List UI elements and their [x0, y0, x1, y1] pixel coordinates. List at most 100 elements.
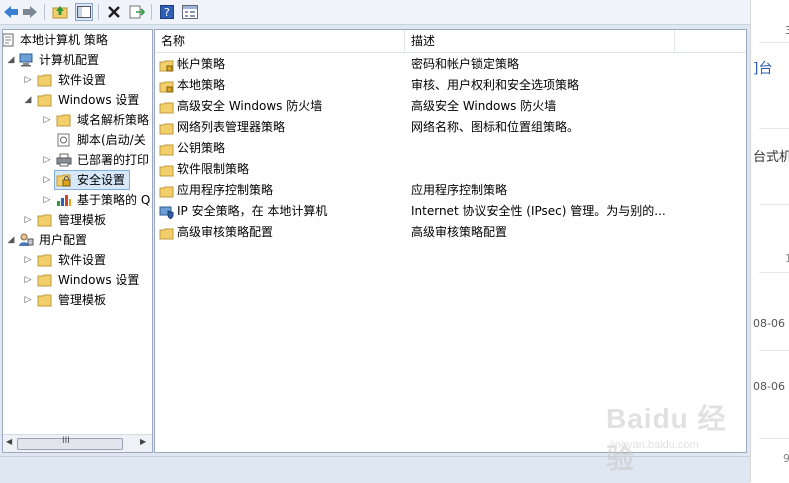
expanded-arrow-icon[interactable]: ◢ [23, 90, 33, 110]
row-name: 应用程序控制策略 [177, 183, 274, 197]
collapsed-arrow-icon[interactable]: ▷ [42, 170, 52, 190]
tree-horizontal-scrollbar[interactable]: ◀ III ▶ [3, 434, 152, 452]
row-description: 应用程序控制策略 [411, 183, 508, 197]
folder-icon [56, 113, 72, 127]
bg-fragment: 08-06 1 [753, 380, 789, 393]
collapsed-arrow-icon[interactable]: ▷ [23, 270, 33, 290]
tree-label: 管理模板 [58, 293, 107, 307]
details-list[interactable]: 名称 描述 帐户策略 密码和帐户锁定策略 本地策略 审核、用户权利和安全选项策略… [154, 29, 747, 453]
tree-label: 软件设置 [58, 253, 107, 267]
list-row[interactable]: IP 安全策略，在 本地计算机 Internet 协议安全性 (IPsec) 管… [155, 201, 746, 222]
tree-item-user-config[interactable]: ◢ 用户配置 [3, 230, 152, 250]
tree-item-deployed-printers[interactable]: ▷ 已部署的打印 [3, 150, 152, 170]
folder-icon [37, 73, 53, 87]
row-description: 高级审核策略配置 [411, 225, 508, 239]
folder-icon [159, 184, 174, 198]
row-description: 高级安全 Windows 防火墙 [411, 99, 557, 113]
properties-icon[interactable] [181, 3, 199, 21]
list-row[interactable]: 高级安全 Windows 防火墙 高级安全 Windows 防火墙 [155, 96, 746, 117]
collapsed-arrow-icon[interactable]: ▷ [42, 110, 52, 130]
tree-label: 安全设置 [77, 173, 126, 187]
list-header: 名称 描述 [155, 30, 746, 53]
policy-doc-icon [3, 33, 15, 47]
row-name: IP 安全策略，在 本地计算机 [177, 204, 328, 218]
up-folder-icon[interactable] [51, 3, 69, 21]
security-lock-icon [56, 173, 72, 187]
list-row[interactable]: 软件限制策略 [155, 159, 746, 180]
show-hide-tree-icon[interactable] [75, 3, 93, 21]
tree-label: 已部署的打印 [77, 153, 150, 167]
tree-item-scripts[interactable]: 脚本(启动/关 [3, 130, 152, 150]
tree-label: 脚本(启动/关 [77, 133, 146, 147]
row-name: 网络列表管理器策略 [177, 120, 286, 134]
expanded-arrow-icon[interactable]: ◢ [6, 50, 16, 70]
tree-label: 用户配置 [39, 233, 88, 247]
row-name: 公钥策略 [177, 141, 226, 155]
user-icon [18, 233, 34, 247]
script-icon [56, 133, 72, 147]
bg-fragment: 台式机 [753, 150, 789, 165]
tree-label: 域名解析策略 [77, 113, 150, 127]
folder-icon [159, 100, 174, 114]
collapsed-arrow-icon[interactable]: ▷ [42, 150, 52, 170]
tree-item-user-windows-settings[interactable]: ▷ Windows 设置 [3, 270, 152, 290]
collapsed-arrow-icon[interactable]: ▷ [23, 70, 33, 90]
local-policy-icon [159, 79, 174, 93]
tree-item-user-software-settings[interactable]: ▷ 软件设置 [3, 250, 152, 270]
bg-fragment: 3 [785, 24, 789, 37]
help-icon[interactable]: ? [158, 3, 176, 21]
folder-icon [159, 121, 174, 135]
computer-icon [18, 53, 34, 67]
account-policy-icon [159, 58, 174, 72]
tree-label: Windows 设置 [58, 273, 140, 287]
tree-item-admin-templates[interactable]: ▷ 管理模板 [3, 210, 152, 230]
collapsed-arrow-icon[interactable]: ▷ [23, 250, 33, 270]
expanded-arrow-icon[interactable]: ◢ [6, 230, 16, 250]
row-description: 网络名称、图标和位置组策略。 [411, 120, 580, 134]
status-bar [0, 456, 750, 483]
folder-icon [37, 293, 53, 307]
scroll-thumb[interactable]: III [17, 436, 123, 450]
back-icon[interactable] [2, 3, 20, 21]
list-row[interactable]: 本地策略 审核、用户权利和安全选项策略 [155, 75, 746, 96]
tree-label: 计算机配置 [39, 53, 100, 67]
ip-security-shield-icon [159, 205, 174, 220]
row-name: 软件限制策略 [177, 162, 250, 176]
list-row[interactable]: 公钥策略 [155, 138, 746, 159]
export-icon[interactable] [128, 3, 146, 21]
mmc-window: ? 本地计算机 策略 ◢ 计算机配置 ▷ 软件设置 ◢ Windows 设置 ▷… [0, 0, 750, 483]
bg-fragment: 08-06 2 [753, 317, 789, 330]
tree-item-computer-config[interactable]: ◢ 计算机配置 [3, 50, 152, 70]
row-name: 帐户策略 [177, 57, 226, 71]
row-description: 审核、用户权利和安全选项策略 [411, 78, 580, 92]
bg-fragment: ]台 [753, 61, 773, 77]
scroll-right-icon[interactable]: ▶ [140, 437, 146, 446]
list-row[interactable]: 应用程序控制策略 应用程序控制策略 [155, 180, 746, 201]
tree-item-software-settings[interactable]: ▷ 软件设置 [3, 70, 152, 90]
list-row[interactable]: 帐户策略 密码和帐户锁定策略 [155, 54, 746, 75]
scroll-left-icon[interactable]: ◀ [6, 437, 12, 446]
column-header-name[interactable]: 名称 [155, 30, 405, 52]
toolbar: ? [0, 0, 750, 25]
column-header-description[interactable]: 描述 [405, 30, 675, 52]
bg-fragment: 1 [785, 252, 789, 265]
tree-label: Windows 设置 [58, 93, 140, 107]
tree-item-policy-based-qos[interactable]: ▷ 基于策略的 Q [3, 190, 152, 210]
tree-label: 基于策略的 Q [77, 193, 151, 207]
list-row[interactable]: 高级审核策略配置 高级审核策略配置 [155, 222, 746, 243]
list-row[interactable]: 网络列表管理器策略 网络名称、图标和位置组策略。 [155, 117, 746, 138]
tree-label: 软件设置 [58, 73, 107, 87]
tree-item-name-resolution-policy[interactable]: ▷ 域名解析策略 [3, 110, 152, 130]
tree-item-windows-settings[interactable]: ◢ Windows 设置 [3, 90, 152, 110]
folder-icon [159, 163, 174, 177]
console-tree[interactable]: 本地计算机 策略 ◢ 计算机配置 ▷ 软件设置 ◢ Windows 设置 ▷ 域… [2, 29, 153, 453]
collapsed-arrow-icon[interactable]: ▷ [23, 210, 33, 230]
tree-item-user-admin-templates[interactable]: ▷ 管理模板 [3, 290, 152, 310]
printer-icon [56, 153, 72, 167]
tree-item-local-computer-policy[interactable]: 本地计算机 策略 [3, 30, 152, 50]
collapsed-arrow-icon[interactable]: ▷ [42, 190, 52, 210]
collapsed-arrow-icon[interactable]: ▷ [23, 290, 33, 310]
tree-item-security-settings[interactable]: ▷ 安全设置 [3, 170, 152, 190]
forward-icon[interactable] [21, 3, 39, 21]
delete-icon[interactable] [105, 3, 123, 21]
